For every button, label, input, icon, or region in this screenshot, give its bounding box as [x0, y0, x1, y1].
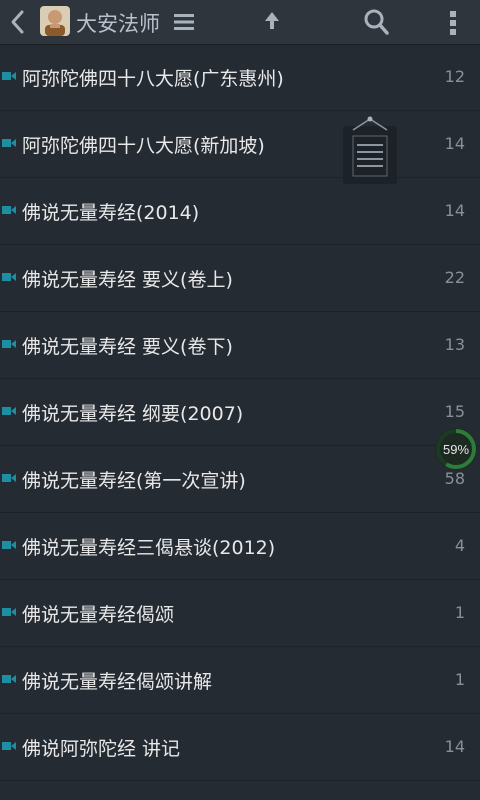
item-count: 22 — [444, 268, 465, 287]
item-count: 14 — [444, 134, 465, 153]
avatar[interactable] — [40, 6, 70, 36]
list-item[interactable]: 佛说无量寿经 要义(卷上) 22 — [0, 245, 480, 312]
list-item[interactable]: 佛说无量寿经 纲要(2007) 15 — [0, 379, 480, 446]
item-count: 58 — [444, 469, 465, 488]
video-icon — [2, 474, 16, 482]
video-icon — [2, 742, 16, 750]
item-count: 1 — [454, 670, 465, 689]
page-title: 大安法师 — [76, 12, 160, 36]
item-title: 佛说无量寿经(2014) — [22, 202, 200, 224]
video-icon — [2, 608, 16, 616]
list-item[interactable]: 佛说无量寿经 要义(卷下) 13 — [0, 312, 480, 379]
list-item[interactable]: 阿弥陀佛四十八大愿(广东惠州) 12 — [0, 44, 480, 111]
video-icon — [2, 72, 16, 80]
item-title: 阿弥陀佛四十八大愿(新加坡) — [22, 135, 265, 157]
video-icon — [2, 273, 16, 281]
item-title: 佛说无量寿经 要义(卷下) — [22, 336, 233, 358]
notepad-icon[interactable] — [341, 116, 399, 186]
list-item[interactable]: 佛说无量寿经(第一次宣讲) 58 — [0, 446, 480, 513]
item-title: 佛说阿弥陀经 讲记 — [22, 738, 181, 760]
video-icon — [2, 139, 16, 147]
item-count: 14 — [444, 737, 465, 756]
item-title: 佛说无量寿经三偈悬谈(2012) — [22, 537, 276, 559]
item-title: 佛说无量寿经 要义(卷上) — [22, 269, 233, 291]
item-title: 阿弥陀佛四十八大愿(广东惠州) — [22, 68, 284, 90]
list-item[interactable]: 佛说无量寿经偈颂 1 — [0, 580, 480, 647]
chevron-left-icon[interactable] — [6, 8, 30, 36]
item-count: 13 — [444, 335, 465, 354]
arrow-up-icon[interactable] — [262, 9, 282, 33]
progress-text: 59% — [443, 442, 469, 457]
list-item[interactable]: 佛说阿弥陀经 讲记 14 — [0, 714, 480, 781]
item-count: 4 — [454, 536, 465, 555]
item-title: 佛说无量寿经偈颂讲解 — [22, 671, 213, 693]
item-count: 12 — [444, 67, 465, 86]
list-item[interactable]: 佛说无量寿经三偈悬谈(2012) 4 — [0, 513, 480, 580]
list-item[interactable]: 佛说无量寿经(2014) 14 — [0, 178, 480, 245]
hamburger-menu-icon[interactable] — [172, 11, 196, 33]
item-title: 佛说无量寿经 纲要(2007) — [22, 403, 244, 425]
item-count: 14 — [444, 201, 465, 220]
video-icon — [2, 541, 16, 549]
video-icon — [2, 407, 16, 415]
top-bar: 大安法师 — [0, 0, 480, 45]
list-item[interactable]: 阿弥陀佛四十八大愿(新加坡) 14 — [0, 111, 480, 178]
item-title: 佛说无量寿经偈颂 — [22, 604, 175, 626]
list-item[interactable]: 佛说无量寿经偈颂讲解 1 — [0, 647, 480, 714]
item-count: 15 — [444, 402, 465, 421]
progress-indicator[interactable]: 59% — [434, 427, 478, 471]
video-icon — [2, 340, 16, 348]
video-icon — [2, 675, 16, 683]
search-icon[interactable] — [362, 7, 390, 37]
more-vertical-icon[interactable] — [446, 8, 460, 38]
playlist: 阿弥陀佛四十八大愿(广东惠州) 12 阿弥陀佛四十八大愿(新加坡) 14 佛说无… — [0, 44, 480, 781]
item-count: 1 — [454, 603, 465, 622]
item-title: 佛说无量寿经(第一次宣讲) — [22, 470, 246, 492]
video-icon — [2, 206, 16, 214]
